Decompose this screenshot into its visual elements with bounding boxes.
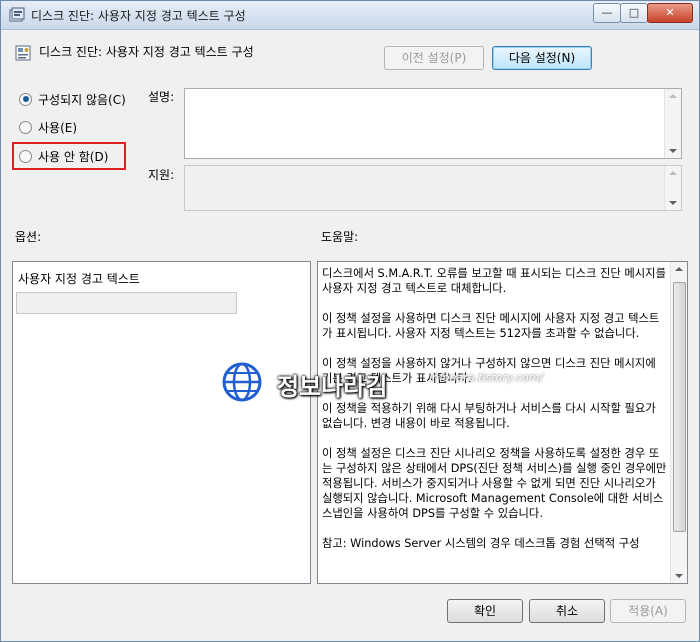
options-section-label: 옵션: [15, 230, 42, 244]
scroll-up-icon[interactable] [669, 94, 677, 98]
watermark-title: 정보나라김 [277, 373, 388, 401]
help-paragraph: 이 정책 설정을 사용하면 디스크 진단 메시지에 사용자 지정 경고 텍스트가… [322, 312, 660, 340]
ok-button[interactable]: 확인 [447, 599, 523, 623]
help-scrollbar[interactable] [670, 262, 687, 583]
maximize-button[interactable]: □ [620, 3, 648, 23]
comment-textbox[interactable] [184, 88, 682, 159]
scroll-up-icon[interactable] [669, 171, 677, 175]
watermark-url: infonara.tistory.com/ [429, 371, 544, 384]
policy-dialog-window: 디스크 진단: 사용자 지정 경고 텍스트 구성 — □ ✕ 디스크 진단: 사… [0, 0, 700, 642]
help-panel: 디스크에서 S.M.A.R.T. 오류를 보고할 때 표시되는 디스크 진단 메… [317, 261, 688, 584]
next-setting-button[interactable]: 다음 설정(N) [492, 46, 592, 70]
scroll-down-icon[interactable] [675, 574, 683, 578]
title-bar[interactable]: 디스크 진단: 사용자 지정 경고 텍스트 구성 — □ ✕ [1, 1, 699, 30]
radio-label: 사용(E) [38, 120, 78, 135]
scroll-down-icon[interactable] [669, 149, 677, 153]
radio-enabled[interactable]: 사용(E) [19, 118, 77, 136]
custom-warning-text-input[interactable] [16, 292, 237, 314]
apply-button[interactable]: 적용(A) [610, 599, 686, 623]
globe-icon [222, 362, 262, 402]
supported-scrollbar[interactable] [664, 166, 681, 210]
watermark: 정보나라김 infonara.tistory.com/ [221, 361, 591, 405]
comment-label: 설명: [148, 90, 175, 104]
options-panel: 사용자 지정 경고 텍스트 [12, 261, 311, 584]
window-title: 디스크 진단: 사용자 지정 경고 텍스트 구성 [31, 9, 246, 23]
red-highlight-box [12, 142, 126, 170]
help-section-label: 도움말: [321, 230, 359, 244]
radio-indicator[interactable] [19, 92, 32, 106]
comment-scrollbar[interactable] [664, 89, 681, 158]
previous-setting-button[interactable]: 이전 설정(P) [384, 46, 484, 70]
radio-not-configured[interactable]: 구성되지 않음(C) [19, 90, 126, 108]
scroll-up-icon[interactable] [675, 267, 683, 271]
minimize-button[interactable]: — [593, 3, 621, 23]
supported-on-field [184, 165, 682, 211]
custom-warning-text-label: 사용자 지정 경고 텍스트 [18, 272, 140, 286]
policy-title: 디스크 진단: 사용자 지정 경고 텍스트 구성 [39, 45, 254, 59]
help-paragraph: 참고: Windows Server 시스템의 경우 데스크톱 경험 선택적 구… [322, 537, 640, 550]
policy-setting-icon [15, 45, 31, 61]
supported-on-label: 지원: [148, 168, 175, 182]
help-paragraph: 이 정책 설정은 디스크 진단 시나리오 정책을 사용하도록 설정한 경우 또는… [322, 447, 667, 520]
scroll-thumb[interactable] [673, 282, 686, 532]
scroll-down-icon[interactable] [669, 201, 677, 205]
help-text: 디스크에서 S.M.A.R.T. 오류를 보고할 때 표시되는 디스크 진단 메… [322, 266, 668, 566]
close-button[interactable]: ✕ [647, 3, 693, 23]
cancel-button[interactable]: 취소 [529, 599, 605, 623]
help-paragraph: 디스크에서 S.M.A.R.T. 오류를 보고할 때 표시되는 디스크 진단 메… [322, 267, 666, 295]
radio-label: 구성되지 않음(C) [38, 92, 126, 107]
radio-indicator[interactable] [19, 120, 32, 134]
group-policy-icon [9, 7, 25, 22]
help-paragraph: 이 정책을 적용하기 위해 다시 부팅하거나 서비스를 다시 시작할 필요가 없… [322, 402, 656, 430]
